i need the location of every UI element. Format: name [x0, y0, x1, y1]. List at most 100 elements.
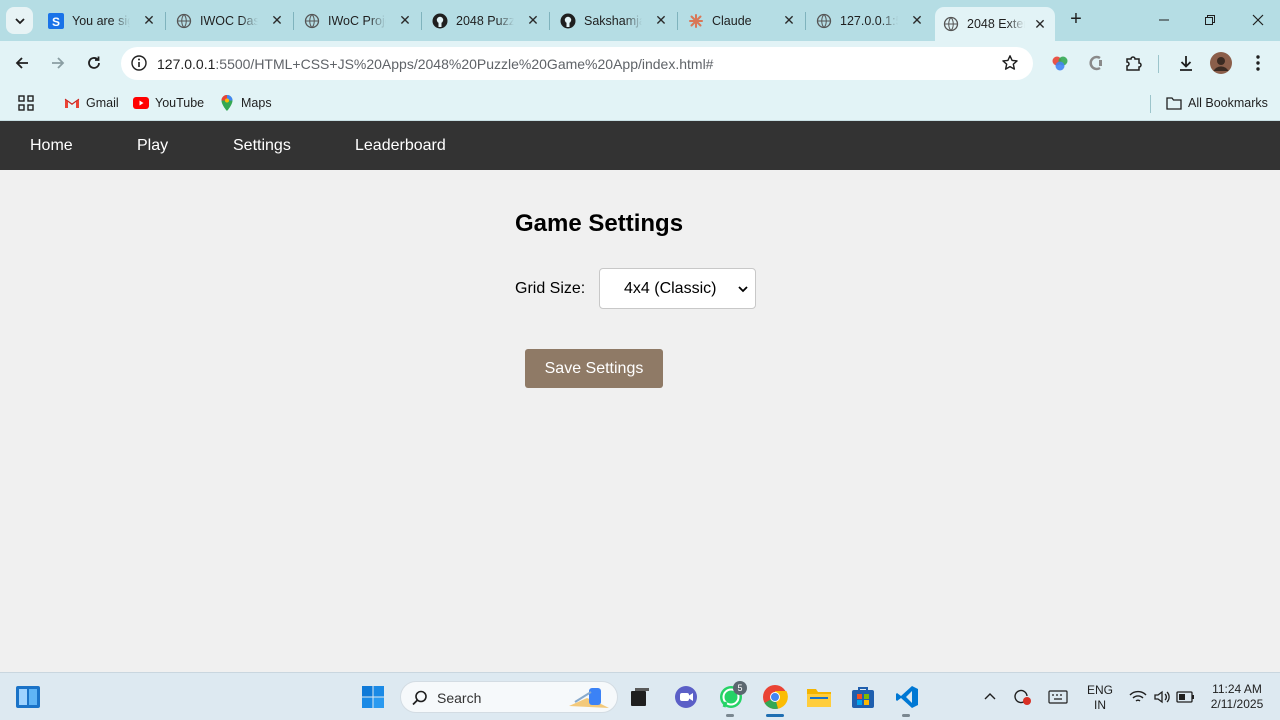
search-icon	[412, 690, 427, 706]
close-tab-icon[interactable]: ✕	[910, 13, 924, 27]
download-icon[interactable]	[1175, 52, 1197, 74]
browser-tab[interactable]: IWoC Projects ✕	[296, 6, 420, 35]
minimize-icon	[1159, 19, 1169, 21]
more-menu-icon[interactable]	[1247, 52, 1269, 74]
close-tab-icon[interactable]: ✕	[1033, 17, 1047, 31]
bookmark-label: YouTube	[155, 96, 205, 110]
gmail-icon	[64, 95, 80, 111]
close-window-button[interactable]	[1248, 10, 1268, 30]
bookmark-youtube[interactable]: YouTube	[133, 92, 204, 114]
bookmark-gmail[interactable]: Gmail	[64, 92, 119, 114]
browser-tab[interactable]: IWOC Dashboard ✕	[168, 6, 292, 35]
toolbar-divider	[1158, 55, 1159, 73]
close-tab-icon[interactable]: ✕	[398, 13, 412, 27]
language-indicator[interactable]: ENG IN	[1084, 683, 1116, 713]
clock[interactable]: 11:24 AM 2/11/2025	[1203, 682, 1271, 712]
sync-status-icon[interactable]	[1007, 682, 1037, 712]
tab-separator	[293, 12, 294, 30]
browser-tab-active[interactable]: 2048 Extended ✕	[935, 7, 1055, 41]
widgets-icon[interactable]	[13, 682, 43, 712]
bookmark-label: Gmail	[86, 96, 119, 110]
nav-play-link[interactable]: Play	[137, 137, 168, 155]
forward-button[interactable]	[47, 52, 69, 74]
new-tab-button[interactable]: +	[1066, 9, 1086, 30]
chrome-icon[interactable]	[760, 682, 790, 712]
browser-tab[interactable]: Sakshamjain ✕	[552, 6, 676, 35]
tab-title: IWoC Projects	[328, 13, 386, 28]
nav-leaderboard-link[interactable]: Leaderboard	[355, 137, 446, 155]
battery-icon[interactable]	[1171, 682, 1201, 712]
restore-button[interactable]	[1200, 10, 1220, 30]
minimize-button[interactable]	[1154, 10, 1174, 30]
running-indicator	[726, 714, 734, 717]
tab-title: Sakshamjain	[584, 13, 642, 28]
active-indicator	[766, 714, 784, 717]
bookmark-maps[interactable]: Maps	[219, 92, 272, 114]
bookmarks-divider	[1150, 95, 1151, 113]
bookmark-star-icon[interactable]	[1001, 54, 1019, 72]
arrow-left-icon	[15, 57, 28, 69]
vscode-icon[interactable]	[892, 682, 922, 712]
close-tab-icon[interactable]: ✕	[654, 13, 668, 27]
grid-size-select[interactable]: 4x4 (Classic)	[599, 268, 756, 309]
browser-tab[interactable]: Claude ✕	[680, 6, 804, 35]
browser-tab[interactable]: 2048 Puzzle ✕	[424, 6, 548, 35]
search-placeholder: Search	[437, 690, 482, 706]
nav-home-link[interactable]: Home	[30, 137, 73, 155]
taskbar-search-box[interactable]: Search	[400, 681, 618, 713]
maps-icon	[219, 95, 235, 111]
page-viewport: Home Play Settings Leaderboard Game Sett…	[0, 121, 1280, 672]
close-tab-icon[interactable]: ✕	[782, 13, 796, 27]
nav-settings-link[interactable]: Settings	[233, 137, 291, 155]
browser-tab[interactable]: 127.0.0.1:5500 ✕	[808, 6, 932, 35]
search-highlight-icon	[569, 688, 609, 708]
bookmark-label: Maps	[241, 96, 272, 110]
close-icon	[1252, 14, 1264, 26]
github-icon	[432, 13, 448, 29]
address-bar[interactable]: 127.0.0.1:5500/HTML+CSS+JS%20Apps/2048%2…	[121, 47, 1033, 80]
grid-size-value: 4x4 (Classic)	[624, 280, 717, 297]
close-tab-icon[interactable]: ✕	[270, 13, 284, 27]
save-settings-button[interactable]: Save Settings	[525, 349, 663, 388]
microsoft-store-icon[interactable]	[848, 682, 878, 712]
site-info-icon[interactable]	[129, 53, 149, 73]
tab-separator	[421, 12, 422, 30]
arrow-right-icon	[52, 57, 65, 69]
teams-meet-icon[interactable]	[671, 682, 701, 712]
all-bookmarks-folder[interactable]: All Bookmarks	[1166, 92, 1268, 114]
browser-tab[interactable]: S You are signed in ✕	[40, 6, 164, 35]
tab-title: 2048 Puzzle	[456, 13, 514, 28]
show-hidden-icons-chevron-up-icon[interactable]	[975, 682, 1005, 712]
bookmarks-bar: Gmail YouTube Maps All Bookmarks	[0, 86, 1280, 121]
apps-grid-icon[interactable]	[18, 92, 34, 114]
s-letter-icon: S	[48, 12, 64, 29]
close-tab-icon[interactable]: ✕	[526, 13, 540, 27]
grid-size-label: Grid Size:	[515, 280, 586, 297]
url-path: :5500/HTML+CSS+JS%20Apps/2048%20Puzzle%2…	[215, 56, 714, 72]
all-bookmarks-label: All Bookmarks	[1188, 96, 1268, 110]
tab-search-button[interactable]	[6, 7, 33, 34]
windows-start-icon[interactable]	[358, 682, 388, 712]
extension-color-icon[interactable]	[1049, 52, 1071, 74]
tab-separator	[549, 12, 550, 30]
task-view-icon[interactable]	[625, 682, 655, 712]
tab-title: You are signed in	[72, 13, 130, 28]
globe-icon	[176, 13, 192, 29]
tab-separator	[165, 12, 166, 30]
extensions-puzzle-icon[interactable]	[1122, 52, 1144, 74]
keyboard-icon[interactable]	[1043, 682, 1073, 712]
site-navbar: Home Play Settings Leaderboard	[0, 121, 1280, 170]
profile-avatar[interactable]	[1210, 52, 1232, 74]
restore-icon	[1205, 15, 1215, 25]
claude-icon	[688, 13, 704, 29]
globe-icon	[816, 13, 832, 29]
extension-c-icon[interactable]	[1085, 52, 1107, 74]
tab-strip: S You are signed in ✕ IWOC Dashboard ✕ I…	[0, 0, 1280, 41]
reload-button[interactable]	[83, 52, 105, 74]
back-button[interactable]	[11, 52, 33, 74]
file-explorer-icon[interactable]	[804, 682, 834, 712]
tab-title: 127.0.0.1:5500	[840, 13, 898, 28]
chevron-down-icon	[737, 283, 749, 295]
tab-title: 2048 Extended	[967, 17, 1025, 31]
close-tab-icon[interactable]: ✕	[142, 13, 156, 27]
